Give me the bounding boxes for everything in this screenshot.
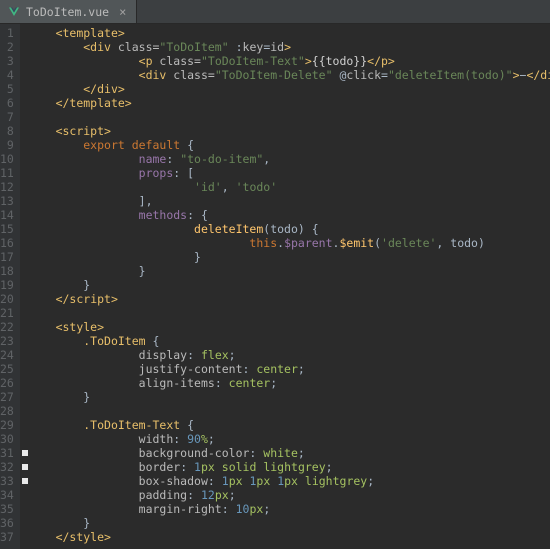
line-number: 31 bbox=[0, 446, 14, 460]
line-number: 3 bbox=[0, 54, 14, 68]
code-line[interactable]: } bbox=[28, 390, 550, 404]
code-line[interactable]: ], bbox=[28, 194, 550, 208]
vue-icon bbox=[8, 6, 20, 18]
code-line[interactable]: <template> bbox=[28, 26, 550, 40]
code-line[interactable]: } bbox=[28, 250, 550, 264]
code-line[interactable]: <div class="ToDoItem-Delete" @click="del… bbox=[28, 68, 550, 82]
code-line[interactable]: export default { bbox=[28, 138, 550, 152]
code-line[interactable]: background-color: white; bbox=[28, 446, 550, 460]
line-number: 18 bbox=[0, 264, 14, 278]
code-line[interactable]: props: [ bbox=[28, 166, 550, 180]
code-line[interactable]: <style> bbox=[28, 320, 550, 334]
code-line[interactable]: } bbox=[28, 516, 550, 530]
line-number: 17 bbox=[0, 250, 14, 264]
code-line[interactable]: </script> bbox=[28, 292, 550, 306]
code-area[interactable]: <template> <div class="ToDoItem" :key=id… bbox=[20, 24, 550, 549]
code-line[interactable]: align-items: center; bbox=[28, 376, 550, 390]
line-number: 25 bbox=[0, 362, 14, 376]
line-number: 15 bbox=[0, 222, 14, 236]
code-line[interactable]: .ToDoItem-Text { bbox=[28, 418, 550, 432]
code-line[interactable]: width: 90%; bbox=[28, 432, 550, 446]
line-number: 28 bbox=[0, 404, 14, 418]
tab-filename: ToDoItem.vue bbox=[26, 5, 109, 19]
code-editor[interactable]: 1234567891011121314151617181920212223242… bbox=[0, 24, 550, 549]
code-line[interactable]: <div class="ToDoItem" :key=id> bbox=[28, 40, 550, 54]
line-number: 27 bbox=[0, 390, 14, 404]
line-number: 19 bbox=[0, 278, 14, 292]
line-number: 5 bbox=[0, 82, 14, 96]
code-line[interactable]: margin-right: 10px; bbox=[28, 502, 550, 516]
file-tab[interactable]: ToDoItem.vue × bbox=[0, 0, 137, 23]
code-line[interactable] bbox=[28, 306, 550, 320]
code-line[interactable]: deleteItem(todo) { bbox=[28, 222, 550, 236]
line-number: 13 bbox=[0, 194, 14, 208]
code-line[interactable]: methods: { bbox=[28, 208, 550, 222]
code-line[interactable]: name: "to-do-item", bbox=[28, 152, 550, 166]
line-number: 23 bbox=[0, 334, 14, 348]
line-number-gutter: 1234567891011121314151617181920212223242… bbox=[0, 24, 20, 549]
line-number: 4 bbox=[0, 68, 14, 82]
line-number: 33 bbox=[0, 474, 14, 488]
line-number: 36 bbox=[0, 516, 14, 530]
line-number: 29 bbox=[0, 418, 14, 432]
line-number: 32 bbox=[0, 460, 14, 474]
code-line[interactable]: this.$parent.$emit('delete', todo) bbox=[28, 236, 550, 250]
line-number: 8 bbox=[0, 124, 14, 138]
line-number: 10 bbox=[0, 152, 14, 166]
close-icon[interactable]: × bbox=[115, 5, 126, 19]
line-number: 37 bbox=[0, 530, 14, 544]
code-line[interactable]: </style> bbox=[28, 530, 550, 544]
code-line[interactable]: box-shadow: 1px 1px 1px lightgrey; bbox=[28, 474, 550, 488]
line-number: 21 bbox=[0, 306, 14, 320]
code-line[interactable]: </template> bbox=[28, 96, 550, 110]
line-number: 2 bbox=[0, 40, 14, 54]
line-number: 34 bbox=[0, 488, 14, 502]
line-number: 9 bbox=[0, 138, 14, 152]
code-line[interactable]: border: 1px solid lightgrey; bbox=[28, 460, 550, 474]
line-number: 24 bbox=[0, 348, 14, 362]
code-line[interactable] bbox=[28, 110, 550, 124]
code-line[interactable]: padding: 12px; bbox=[28, 488, 550, 502]
code-line[interactable]: .ToDoItem { bbox=[28, 334, 550, 348]
line-number: 14 bbox=[0, 208, 14, 222]
line-number: 16 bbox=[0, 236, 14, 250]
line-number: 26 bbox=[0, 376, 14, 390]
line-number: 22 bbox=[0, 320, 14, 334]
code-line[interactable] bbox=[28, 404, 550, 418]
tab-bar: ToDoItem.vue × bbox=[0, 0, 550, 24]
code-line[interactable]: <script> bbox=[28, 124, 550, 138]
code-line[interactable]: display: flex; bbox=[28, 348, 550, 362]
code-line[interactable]: <p class="ToDoItem-Text">{{todo}}</p> bbox=[28, 54, 550, 68]
line-number: 11 bbox=[0, 166, 14, 180]
line-number: 20 bbox=[0, 292, 14, 306]
code-line[interactable]: } bbox=[28, 278, 550, 292]
code-line[interactable]: </div> bbox=[28, 82, 550, 96]
line-number: 7 bbox=[0, 110, 14, 124]
code-line[interactable]: } bbox=[28, 264, 550, 278]
line-number: 30 bbox=[0, 432, 14, 446]
line-number: 12 bbox=[0, 180, 14, 194]
code-line[interactable]: 'id', 'todo' bbox=[28, 180, 550, 194]
line-number: 6 bbox=[0, 96, 14, 110]
line-number: 35 bbox=[0, 502, 14, 516]
line-number: 1 bbox=[0, 26, 14, 40]
code-line[interactable]: justify-content: center; bbox=[28, 362, 550, 376]
